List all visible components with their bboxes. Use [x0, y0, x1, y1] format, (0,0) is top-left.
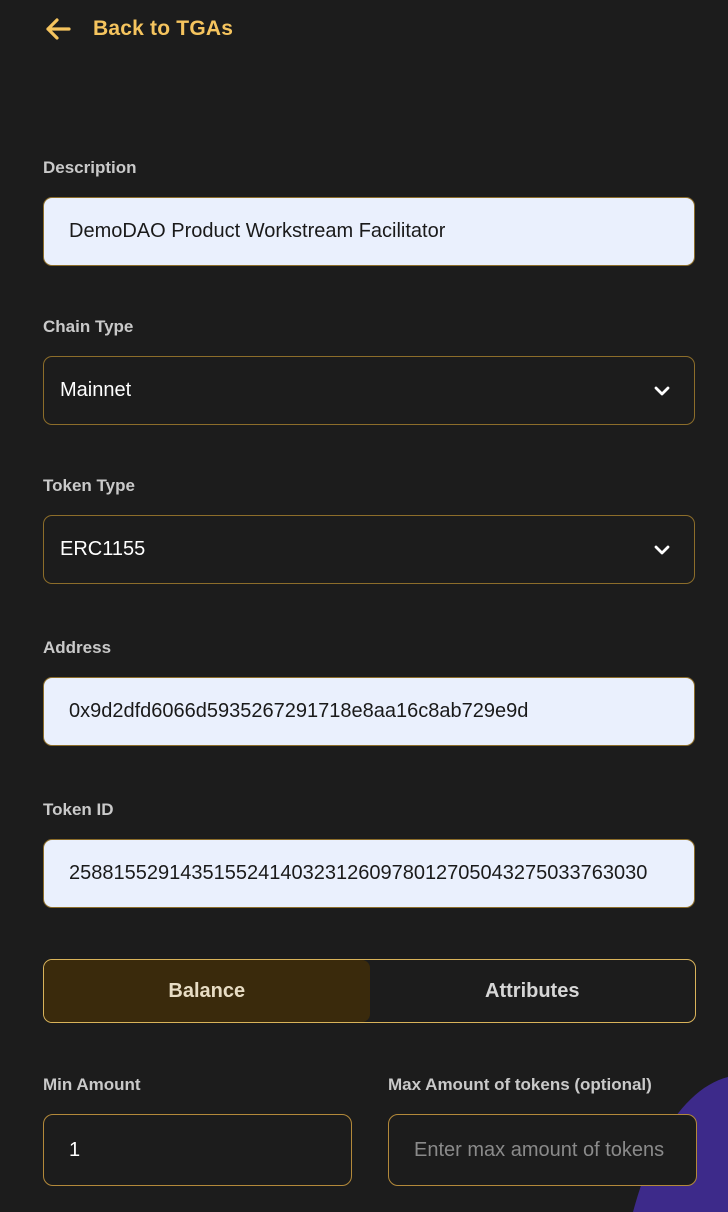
- address-input[interactable]: 0x9d2dfd6066d5935267291718e8aa16c8ab729e…: [43, 677, 695, 746]
- tab-attributes[interactable]: Attributes: [370, 960, 696, 1022]
- token-type-selected: ERC1155: [60, 538, 146, 560]
- chevron-down-icon: [654, 386, 670, 395]
- min-amount-value: 1: [69, 1138, 81, 1161]
- back-to-tgas-link[interactable]: Back to TGAs: [43, 12, 233, 46]
- min-amount-label: Min Amount: [43, 1075, 141, 1094]
- tab-balance[interactable]: Balance: [44, 960, 370, 1022]
- chain-type-selected: Mainnet: [60, 379, 132, 401]
- balance-attributes-toggle: Balance Attributes: [43, 959, 696, 1023]
- token-id-label: Token ID: [43, 800, 114, 819]
- chevron-down-icon: [654, 545, 670, 554]
- description-input[interactable]: DemoDAO Product Workstream Facilitator: [43, 197, 695, 266]
- max-amount-input[interactable]: Enter max amount of tokens: [388, 1114, 697, 1186]
- description-label: Description: [43, 158, 137, 177]
- chain-type-select[interactable]: Mainnet: [43, 356, 695, 425]
- min-amount-input[interactable]: 1: [43, 1114, 352, 1186]
- max-amount-label: Max Amount of tokens (optional): [388, 1075, 652, 1094]
- token-id-value: 2588155291435155241403231260978012705043…: [69, 862, 648, 884]
- back-link-label: Back to TGAs: [93, 17, 234, 40]
- token-id-input[interactable]: 2588155291435155241403231260978012705043…: [43, 839, 695, 908]
- address-label: Address: [43, 638, 112, 657]
- description-value: DemoDAO Product Workstream Facilitator: [69, 220, 446, 242]
- max-amount-placeholder: Enter max amount of tokens: [414, 1138, 665, 1161]
- chain-type-label: Chain Type: [43, 317, 134, 336]
- address-value: 0x9d2dfd6066d5935267291718e8aa16c8ab729e…: [69, 700, 529, 722]
- token-type-label: Token Type: [43, 476, 135, 495]
- arrow-left-icon: [46, 18, 71, 40]
- token-type-select[interactable]: ERC1155: [43, 515, 695, 584]
